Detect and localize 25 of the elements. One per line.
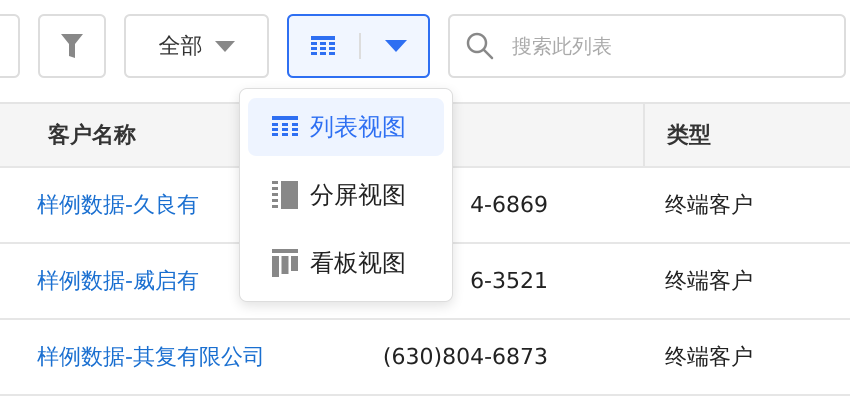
menu-item[interactable]: 列表视图	[248, 98, 444, 156]
filter-icon	[60, 33, 84, 59]
table-cell-text: 终端客户	[665, 344, 753, 372]
table-cell-text: 终端客户	[665, 268, 753, 296]
split-view-icon	[272, 181, 298, 209]
column-header: 类型	[667, 122, 711, 150]
column-header: 客户名称	[48, 123, 136, 148]
table-cell: (630)804-6873	[382, 344, 548, 370]
kanban-icon	[272, 249, 298, 277]
list-icon	[310, 36, 334, 56]
customer-link[interactable]: 样例数据-威启有	[37, 269, 199, 294]
customer-link[interactable]: 样例数据-久良有	[37, 193, 199, 218]
customer-link[interactable]: 样例数据-其复有限公司	[37, 345, 265, 370]
caret-icon	[384, 40, 406, 52]
list-icon	[272, 116, 298, 138]
menu-item[interactable]: 看板视图	[248, 234, 444, 292]
table-cell-text: 终端客户	[665, 192, 753, 220]
caret-icon	[214, 40, 234, 52]
table-cell: 4-6869	[470, 192, 548, 218]
menu-item[interactable]: 分屏视图	[248, 166, 444, 224]
table-cell: 6-3521	[470, 268, 548, 294]
scope-dropdown[interactable]: 全部	[124, 14, 269, 78]
view-switcher[interactable]	[287, 14, 430, 78]
search-field[interactable]: 搜索此列表	[448, 14, 846, 78]
filter-button[interactable]	[38, 14, 106, 78]
